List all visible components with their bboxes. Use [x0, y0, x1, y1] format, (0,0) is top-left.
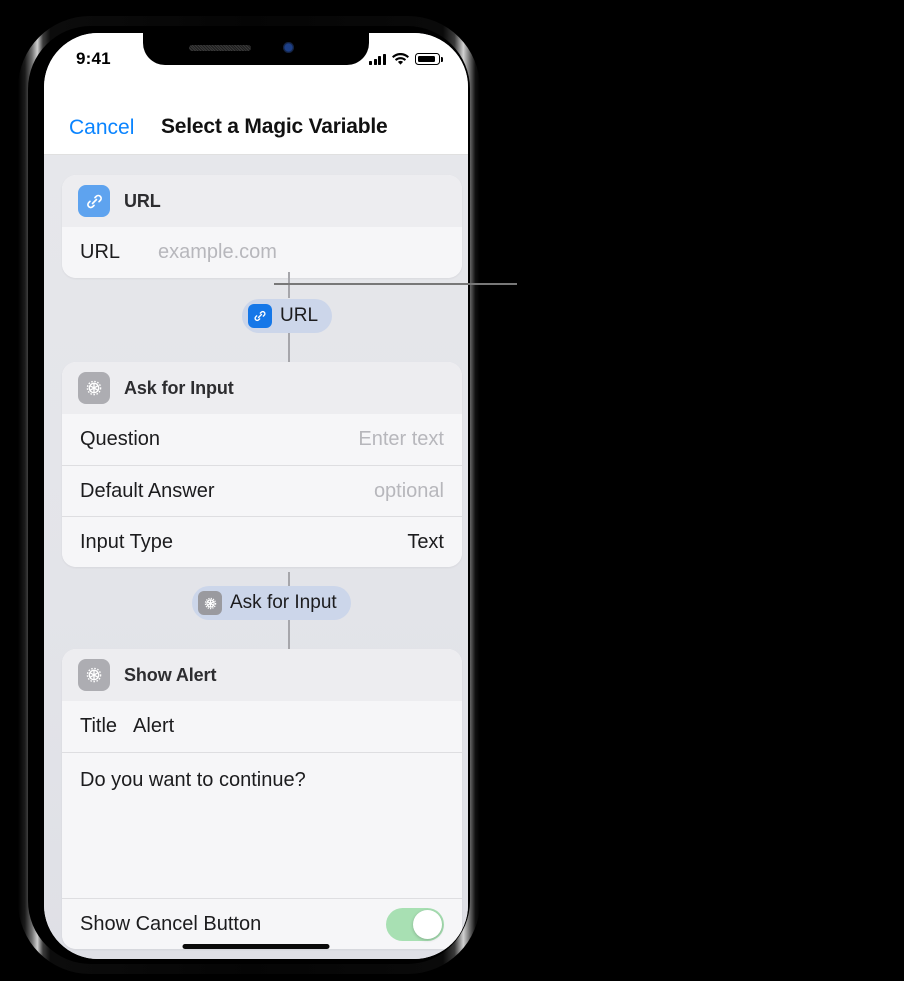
parameter-row-question[interactable]: Question Enter text [62, 414, 462, 465]
parameter-label: Title [80, 715, 118, 737]
callout-leader-line [274, 283, 517, 285]
parameter-label: Show Cancel Button [80, 912, 262, 935]
action-card-ask-for-input[interactable]: Ask for Input Question Enter text Defaul… [62, 362, 462, 567]
action-card-title: Ask for Input [124, 377, 234, 398]
gear-icon [198, 591, 222, 615]
connector-line [288, 333, 290, 363]
action-card-header: URL [62, 175, 462, 227]
show-cancel-button-toggle[interactable] [386, 907, 444, 941]
alert-message-text: Do you want to continue? [80, 769, 306, 791]
parameter-row-title[interactable]: Title Alert [62, 701, 462, 752]
action-card-url[interactable]: URL URL example.com [62, 175, 462, 278]
parameter-label: URL [80, 241, 121, 263]
toggle-knob [413, 909, 442, 939]
status-bar-indicators [369, 52, 443, 66]
connector-line [288, 620, 290, 650]
parameter-value: Text [407, 530, 444, 553]
url-variable-pill[interactable]: URL [242, 299, 333, 333]
parameter-row-default-answer[interactable]: Default Answer optional [62, 465, 462, 516]
cancel-button[interactable]: Cancel [69, 116, 134, 140]
action-card-show-alert[interactable]: Show Alert Title Alert Do you want to co… [62, 649, 462, 949]
status-bar-time: 9:41 [76, 49, 111, 68]
action-card-header: Ask for Input [62, 362, 462, 414]
link-icon [248, 304, 272, 328]
alert-message-field[interactable]: Do you want to continue? [62, 752, 462, 898]
phone-device-frame: 9:41 Cancel Select a Magic Variable URL … [18, 16, 480, 974]
front-camera-icon [283, 42, 294, 53]
variable-pill-label: Ask for Input [230, 592, 337, 613]
parameter-value-placeholder: Enter text [358, 428, 444, 450]
phone-screen: 9:41 Cancel Select a Magic Variable URL … [44, 33, 468, 959]
parameter-label: Input Type [80, 530, 174, 553]
parameter-value-placeholder: example.com [158, 241, 277, 263]
wifi-icon [392, 52, 409, 65]
parameter-row-url[interactable]: URL example.com [62, 227, 462, 278]
gear-icon [78, 659, 110, 691]
navigation-bar: Cancel Select a Magic Variable [44, 79, 468, 155]
parameter-label: Default Answer [80, 479, 215, 502]
action-card-header: Show Alert [62, 649, 462, 701]
parameter-value: Alert [133, 715, 175, 737]
notch [143, 33, 369, 65]
parameter-value-placeholder: optional [373, 479, 444, 502]
parameter-row-show-cancel-button[interactable]: Show Cancel Button [62, 898, 462, 949]
gear-icon [78, 372, 110, 404]
earpiece-speaker-icon [189, 45, 251, 51]
signal-bars-icon [369, 53, 386, 65]
connector-line [288, 272, 290, 298]
variable-pill-label: URL [280, 305, 319, 326]
ask-for-input-variable-pill[interactable]: Ask for Input [192, 586, 351, 620]
battery-icon [415, 53, 443, 65]
action-card-title: Show Alert [124, 664, 217, 685]
parameter-label: Question [80, 428, 161, 450]
link-icon [78, 185, 110, 217]
parameter-row-input-type[interactable]: Input Type Text [62, 516, 462, 567]
home-indicator[interactable] [182, 944, 330, 949]
action-card-title: URL [124, 190, 161, 211]
magic-variable-list[interactable]: URL URL example.com URL Ask for Input Qu… [44, 155, 468, 959]
page-title: Select a Magic Variable [161, 115, 388, 138]
